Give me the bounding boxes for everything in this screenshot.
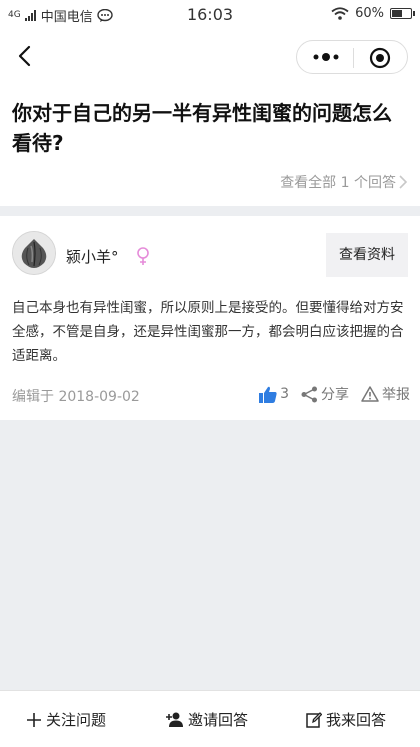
answer-card: 颍小羊° 查看资料 自己本身也有异性闺蜜，所以原则上是接受的。但要懂得给对方安全… [0,216,420,420]
nav-bar [0,30,420,84]
share-button[interactable]: 分享 [301,384,349,404]
question-title: 你对于自己的另一半有异性闺蜜的问题怎么看待? [12,101,392,155]
garlic-avatar-image [13,232,55,274]
edit-icon [306,711,322,728]
battery-icon [390,8,415,19]
add-user-icon [166,712,183,727]
answer-actions: 3 分享 举报 [259,384,410,404]
capsule-divider [353,48,354,68]
follow-question-label: 关注问题 [46,711,107,729]
bottom-action-bar: 关注问题 邀请回答 我来回答 [0,690,420,747]
write-answer-button[interactable]: 我来回答 [306,709,386,730]
write-answer-label: 我来回答 [326,711,387,729]
thumbs-up-icon [259,386,277,403]
battery-fill [392,10,402,17]
share-icon [301,386,317,402]
invite-answer-button[interactable]: 邀请回答 [166,709,248,730]
view-all-label: 查看全部 1 个回答 [280,175,396,191]
like-count: 3 [280,386,289,402]
target-icon[interactable] [369,47,391,69]
chevron-left-icon[interactable] [14,44,38,68]
question-card: 你对于自己的另一半有异性闺蜜的问题怎么看待? 查看全部 1 个回答 [0,84,420,206]
female-symbol-icon [137,247,149,265]
status-bar: 4G 中国电信 16:03 60% [0,0,420,30]
invite-answer-label: 邀请回答 [188,711,249,729]
battery-percent: 60% [355,6,384,21]
view-profile-button[interactable]: 查看资料 [326,233,408,277]
answer-username[interactable]: 颍小羊° [66,246,119,267]
mini-program-capsule [296,40,408,74]
warning-icon [361,386,379,402]
answer-content: 自己本身也有异性闺蜜，所以原则上是接受的。但要懂得给对方安全感，不管是自身，还是… [12,300,404,364]
follow-question-button[interactable]: 关注问题 [26,709,106,730]
share-label: 分享 [321,387,349,403]
like-button[interactable]: 3 [259,386,289,403]
plus-icon [27,712,41,727]
report-label: 举报 [382,387,410,403]
status-right: 60% [331,6,415,21]
view-all-answers-link[interactable]: 查看全部 1 个回答 [280,172,408,192]
wifi-icon [331,7,349,20]
chevron-right-icon [399,175,408,189]
edited-date: 编辑于 2018-09-02 [12,389,140,405]
avatar[interactable] [12,231,56,275]
more-dots-icon[interactable] [311,50,341,64]
report-button[interactable]: 举报 [361,384,410,404]
